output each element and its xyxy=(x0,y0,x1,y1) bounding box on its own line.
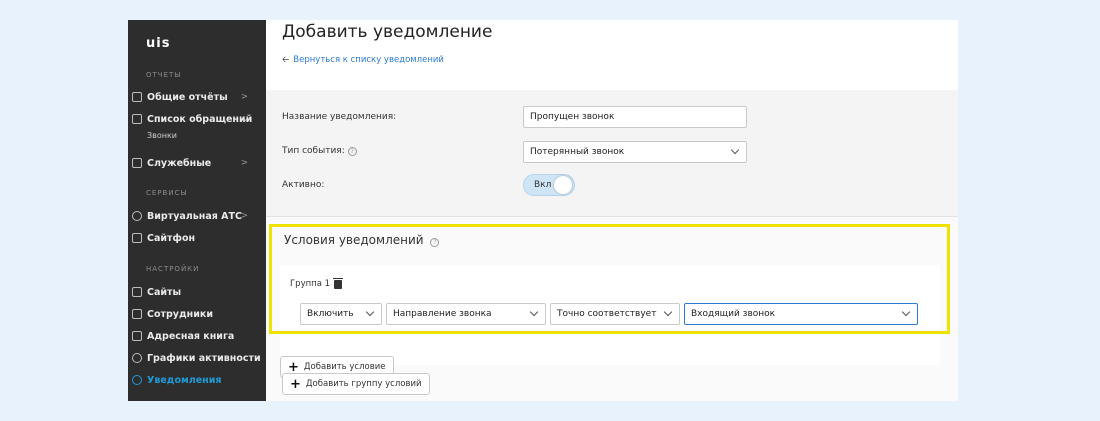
bell-icon xyxy=(132,375,142,385)
toggle-label: Вкл xyxy=(534,180,552,190)
clock-icon xyxy=(132,353,142,363)
sidebar-item-label: Общие отчёты xyxy=(147,91,228,103)
name-label: Название уведомления: xyxy=(282,112,397,122)
sidebar-item-label: Сайтфон xyxy=(147,232,196,244)
calendar-icon xyxy=(132,158,142,168)
sidebar-subitem-calls[interactable]: Звонки xyxy=(147,131,177,140)
event-type-value: Потерянный звонок xyxy=(530,147,625,157)
operator-value: Точно соответствует xyxy=(557,309,657,319)
conditions-title-text: Условия уведомлений xyxy=(284,233,424,247)
chevron-right-icon: > xyxy=(240,92,248,102)
page-title: Добавить уведомление xyxy=(282,22,493,42)
section-title-reports: ОТЧЕТЫ xyxy=(146,71,182,79)
sidebar-item-label: Виртуальная АТС xyxy=(147,210,242,222)
sidebar-item-notifications[interactable]: Уведомления xyxy=(132,371,262,389)
chevron-right-icon: > xyxy=(240,211,248,221)
sidebar-item-requests[interactable]: Список обращений v xyxy=(132,110,262,128)
add-group-button[interactable]: + Добавить группу условий xyxy=(282,373,430,395)
sidebar-item-label: Список обращений xyxy=(147,113,253,125)
list-icon xyxy=(132,114,142,124)
chevron-down-icon xyxy=(901,307,911,317)
trash-icon[interactable] xyxy=(333,277,344,289)
section-title-settings: НАСТРОЙКИ xyxy=(146,265,200,273)
report-icon xyxy=(132,92,142,102)
help-icon[interactable]: ? xyxy=(430,238,440,247)
event-type-select[interactable]: Потерянный звонок xyxy=(523,141,747,163)
arrow-left-icon: 🡠 xyxy=(282,55,290,65)
include-value: Включить xyxy=(307,309,354,319)
plus-icon: + xyxy=(290,376,301,392)
group-label: Группа 1 xyxy=(290,277,344,289)
sidebar-item-address-book[interactable]: Адресная книга xyxy=(132,327,262,345)
active-row: Активно: xyxy=(282,180,324,190)
chevron-down-icon xyxy=(730,145,740,155)
active-toggle[interactable]: Вкл xyxy=(523,174,575,196)
section-title-services: СЕРВИСЫ xyxy=(146,189,188,197)
sidebar-item-label: Сотрудники xyxy=(147,308,213,320)
chevron-down-icon xyxy=(529,307,539,317)
sidebar-item-label: Адресная книга xyxy=(147,330,235,342)
add-condition-label: Добавить условие xyxy=(303,362,386,372)
field-select[interactable]: Направление звонка xyxy=(386,303,546,325)
event-label: Тип события: xyxy=(282,146,345,156)
name-row: Название уведомления: xyxy=(282,112,396,122)
address-book-icon xyxy=(132,331,142,341)
event-row: Тип события: ? xyxy=(282,146,357,156)
sidebar-item-label: Графики активности xyxy=(147,352,261,364)
sidebar-item-label: Служебные xyxy=(147,157,212,169)
logo: uis xyxy=(146,36,171,51)
sidebar-item-label: Сайты xyxy=(147,286,182,298)
condition-group: Группа 1 Включить Направление звонка Точ… xyxy=(280,265,940,365)
operator-select[interactable]: Точно соответствует xyxy=(550,303,680,325)
chevron-right-icon: > xyxy=(240,158,248,168)
conditions-title: Условия уведомлений ? xyxy=(284,233,440,247)
sidebar-item-service[interactable]: Служебные > xyxy=(132,154,262,172)
sidebar-item-virtual-pbx[interactable]: Виртуальная АТС > xyxy=(132,207,262,225)
plus-icon: + xyxy=(288,359,299,375)
main-content: Добавить уведомление 🡠 Вернуться к списк… xyxy=(266,20,958,401)
sidebar-item-schedules[interactable]: Графики активности xyxy=(132,349,262,367)
include-select[interactable]: Включить xyxy=(300,303,382,325)
help-icon[interactable]: ? xyxy=(347,146,357,156)
value-value: Входящий звонок xyxy=(691,309,776,319)
sidebar-item-label: Уведомления xyxy=(147,374,222,386)
sidebar-item-employees[interactable]: Сотрудники xyxy=(132,305,262,323)
sidebar-item-sites[interactable]: Сайты xyxy=(132,283,262,301)
chevron-down-icon xyxy=(663,307,673,317)
site-icon xyxy=(132,287,142,297)
value-select[interactable]: Входящий звонок xyxy=(684,303,918,325)
add-group-label: Добавить группу условий xyxy=(305,379,422,389)
sitephone-icon xyxy=(132,233,142,243)
app-window: uis ОТЧЕТЫ Общие отчёты > Список обращен… xyxy=(128,20,958,401)
active-label: Активно: xyxy=(282,180,325,190)
users-icon xyxy=(132,309,142,319)
sidebar-item-general-reports[interactable]: Общие отчёты > xyxy=(132,88,262,106)
chevron-down-icon xyxy=(365,307,375,317)
sidebar-item-sitephone[interactable]: Сайтфон xyxy=(132,229,262,247)
toggle-knob xyxy=(554,176,572,194)
chevron-down-icon: v xyxy=(242,114,248,124)
back-link-label: Вернуться к списку уведомлений xyxy=(293,55,444,65)
field-value: Направление звонка xyxy=(393,309,492,319)
sidebar: uis ОТЧЕТЫ Общие отчёты > Список обращен… xyxy=(128,20,266,401)
group-label-text: Группа 1 xyxy=(290,279,331,289)
phone-icon xyxy=(132,211,142,221)
page-header: Добавить уведомление 🡠 Вернуться к списк… xyxy=(266,20,958,90)
back-link[interactable]: 🡠 Вернуться к списку уведомлений xyxy=(282,52,444,68)
name-input[interactable]: Пропущен звонок xyxy=(523,106,747,128)
